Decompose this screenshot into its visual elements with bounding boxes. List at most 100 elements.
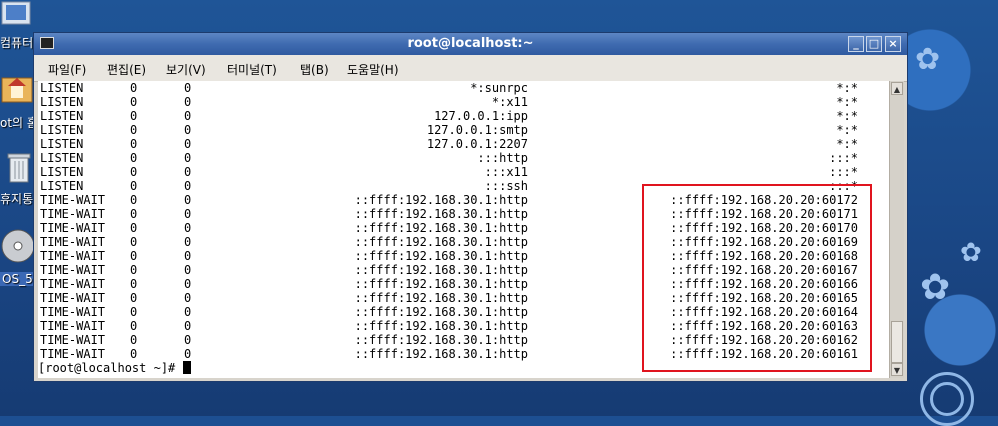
red-highlight-box: [642, 184, 872, 372]
connection-state: TIME-WAIT: [40, 277, 106, 291]
recv-queue: 0: [130, 277, 138, 291]
local-address: ::ffff:192.168.30.1:http: [354, 263, 528, 277]
recv-queue: 0: [130, 95, 138, 109]
netstat-row: LISTEN 0 0 127.0.0.1:ipp *:*: [38, 109, 889, 123]
recv-queue: 0: [130, 137, 138, 151]
flower-decoration-icon: ✿: [920, 267, 951, 308]
local-address: *:sunrpc: [470, 81, 528, 95]
local-address: 127.0.0.1:smtp: [426, 123, 528, 137]
maximize-button[interactable]: □: [866, 36, 882, 52]
send-queue: 0: [184, 81, 192, 95]
desktop-icon-dvd[interactable]: OS_5: [0, 228, 35, 292]
connection-state: TIME-WAIT: [40, 305, 106, 319]
close-button[interactable]: ×: [885, 36, 901, 52]
connection-state: TIME-WAIT: [40, 319, 106, 333]
connection-state: LISTEN: [40, 179, 84, 193]
scroll-down-arrow-icon[interactable]: ▼: [891, 363, 903, 376]
foreign-address: :::*: [829, 165, 858, 179]
menu-file[interactable]: 파일(F): [48, 61, 86, 78]
foreign-address: *:*: [836, 81, 858, 95]
recv-queue: 0: [130, 333, 138, 347]
scroll-up-arrow-icon[interactable]: ▲: [891, 82, 903, 95]
recv-queue: 0: [130, 109, 138, 123]
shell-prompt-line[interactable]: [root@localhost ~]#: [38, 361, 191, 375]
foreign-address: :::*: [829, 151, 858, 165]
foreign-address: *:*: [836, 109, 858, 123]
home-folder-icon: [1, 77, 33, 103]
local-address: :::x11: [484, 165, 528, 179]
send-queue: 0: [184, 95, 192, 109]
send-queue: 0: [184, 235, 192, 249]
send-queue: 0: [184, 137, 192, 151]
local-address: ::ffff:192.168.30.1:http: [354, 193, 528, 207]
local-address: :::http: [477, 151, 528, 165]
connection-state: LISTEN: [40, 81, 84, 95]
local-address: 127.0.0.1:2207: [426, 137, 528, 151]
connection-state: LISTEN: [40, 165, 84, 179]
title-bar[interactable]: root@localhost:~ _ □ ×: [34, 33, 907, 55]
recv-queue: 0: [130, 123, 138, 137]
desktop-icon-label: 휴지통: [0, 192, 34, 206]
menu-tabs[interactable]: 탭(B): [300, 61, 329, 78]
local-address: ::ffff:192.168.30.1:http: [354, 249, 528, 263]
netstat-row: LISTEN 0 0 127.0.0.1:smtp *:*: [38, 123, 889, 137]
local-address: ::ffff:192.168.30.1:http: [354, 221, 528, 235]
connection-state: TIME-WAIT: [40, 249, 106, 263]
desktop-icon-home[interactable]: ot의 홈: [0, 68, 38, 130]
scrollbar-thumb[interactable]: [891, 321, 903, 363]
send-queue: 0: [184, 221, 192, 235]
desktop-icon-computer[interactable]: 컴퓨터: [0, 0, 34, 55]
computer-icon: [1, 1, 31, 25]
dvd-icon: [1, 229, 35, 263]
connection-state: TIME-WAIT: [40, 333, 106, 347]
recv-queue: 0: [130, 305, 138, 319]
recv-queue: 0: [130, 221, 138, 235]
local-address: ::ffff:192.168.30.1:http: [354, 319, 528, 333]
connection-state: TIME-WAIT: [40, 235, 106, 249]
send-queue: 0: [184, 263, 192, 277]
desktop-icon-trash[interactable]: 휴지통: [0, 148, 34, 208]
connection-state: TIME-WAIT: [40, 263, 106, 277]
ring-decoration: [930, 382, 964, 416]
vertical-scrollbar[interactable]: ▲ ▼: [889, 81, 904, 378]
connection-state: TIME-WAIT: [40, 221, 106, 235]
connection-state: TIME-WAIT: [40, 207, 106, 221]
recv-queue: 0: [130, 151, 138, 165]
send-queue: 0: [184, 319, 192, 333]
send-queue: 0: [184, 207, 192, 221]
flower-decoration-icon: ✿: [915, 42, 941, 77]
desktop-icon-label: OS_5: [0, 272, 35, 286]
send-queue: 0: [184, 123, 192, 137]
recv-queue: 0: [130, 235, 138, 249]
recv-queue: 0: [130, 249, 138, 263]
menu-terminal[interactable]: 터미널(T): [227, 61, 277, 78]
send-queue: 0: [184, 277, 192, 291]
connection-state: LISTEN: [40, 137, 84, 151]
menu-view[interactable]: 보기(V): [166, 61, 206, 78]
local-address: ::ffff:192.168.30.1:http: [354, 277, 528, 291]
text-cursor: [182, 361, 191, 374]
menu-edit[interactable]: 편집(E): [107, 61, 146, 78]
connection-state: LISTEN: [40, 151, 84, 165]
send-queue: 0: [184, 347, 192, 361]
send-queue: 0: [184, 193, 192, 207]
netstat-row: LISTEN 0 0 *:x11 *:*: [38, 95, 889, 109]
connection-state: LISTEN: [40, 109, 84, 123]
local-address: *:x11: [491, 95, 528, 109]
desktop-icon-label: 컴퓨터: [0, 36, 34, 50]
recv-queue: 0: [130, 193, 138, 207]
connection-state: LISTEN: [40, 123, 84, 137]
foreign-address: *:*: [836, 95, 858, 109]
window-title: root@localhost:~: [407, 36, 534, 51]
recv-queue: 0: [130, 319, 138, 333]
menu-help[interactable]: 도움말(H): [347, 61, 399, 78]
local-address: ::ffff:192.168.30.1:http: [354, 207, 528, 221]
local-address: ::ffff:192.168.30.1:http: [354, 347, 528, 361]
connection-state: TIME-WAIT: [40, 347, 106, 361]
local-address: ::ffff:192.168.30.1:http: [354, 291, 528, 305]
send-queue: 0: [184, 249, 192, 263]
minimize-button[interactable]: _: [848, 36, 864, 52]
foreign-address: *:*: [836, 123, 858, 137]
menu-bar: 파일(F) 편집(E) 보기(V) 터미널(T) 탭(B) 도움말(H): [34, 55, 907, 82]
connection-state: TIME-WAIT: [40, 193, 106, 207]
